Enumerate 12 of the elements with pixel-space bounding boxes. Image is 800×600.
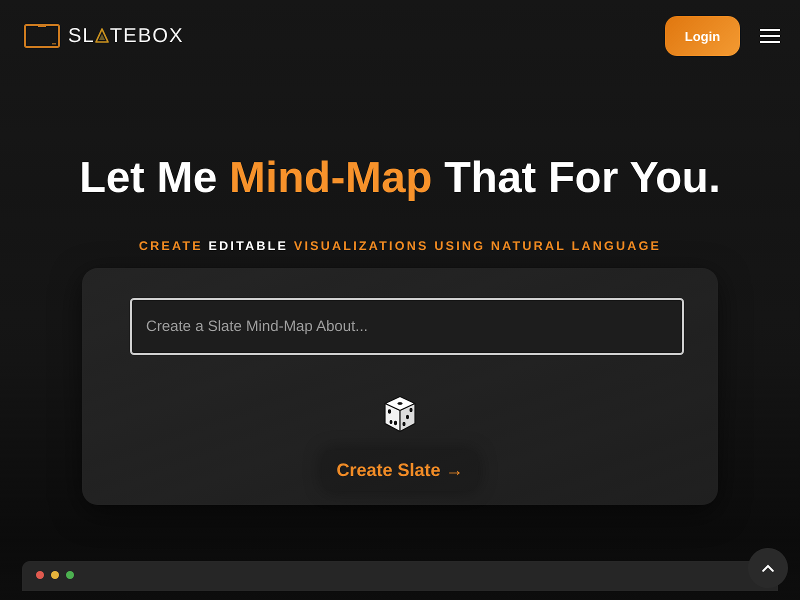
menu-icon[interactable] xyxy=(760,29,780,43)
hero-title: Let Me Mind-Map That For You. xyxy=(79,153,721,204)
window-frame-icon xyxy=(24,24,60,48)
chevron-up-icon xyxy=(762,564,774,572)
logo-text: SL xyxy=(68,24,95,48)
logo-text: TEBOX xyxy=(110,24,184,48)
scroll-to-top-button[interactable] xyxy=(748,548,788,588)
triangle-icon xyxy=(94,28,109,43)
create-slate-button[interactable]: Create Slate → xyxy=(322,450,478,491)
dice-icon[interactable] xyxy=(383,395,417,433)
prompt-input-field[interactable]: Create a Slate Mind-Map About... xyxy=(130,298,684,355)
tagline: CREATE EDITABLE VISUALIZATIONS USING NATURAL LANGUAGE xyxy=(138,238,662,254)
